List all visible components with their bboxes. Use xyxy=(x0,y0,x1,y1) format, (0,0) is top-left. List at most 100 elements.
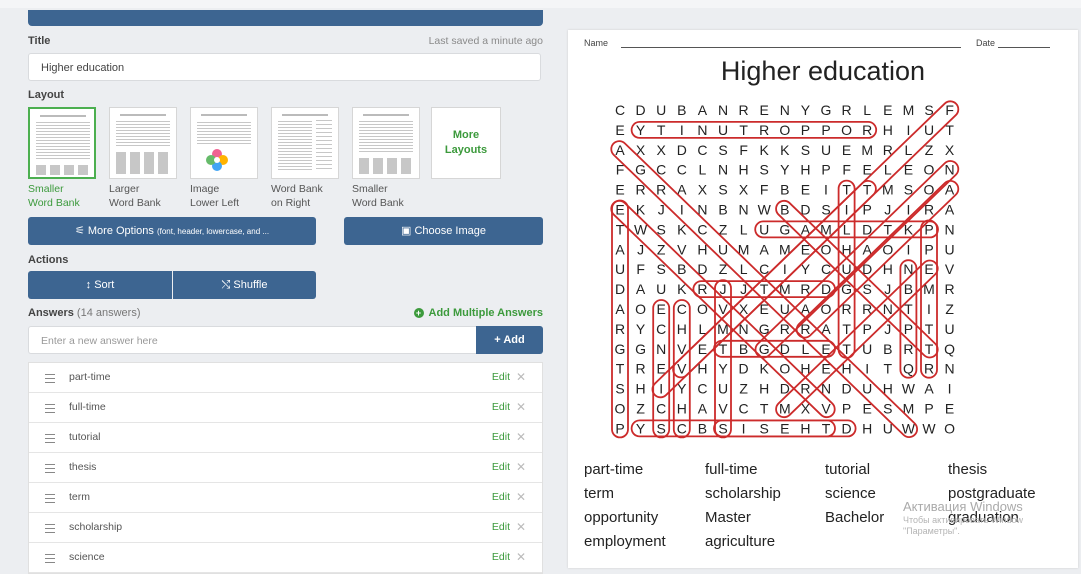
drag-handle-icon[interactable] xyxy=(45,464,55,473)
shuffle-button[interactable]: ⤭ Shuffle xyxy=(173,271,316,299)
top-toolbar-edge[interactable] xyxy=(28,10,543,26)
add-answer-button[interactable]: + Add xyxy=(476,326,543,354)
layout-option-5[interactable] xyxy=(352,107,420,179)
answer-row[interactable]: term Edit ✕ xyxy=(29,483,542,513)
grid-letter: E xyxy=(615,202,624,218)
windows-activation-overlay: Активация Windows Чтобы активировать Win… xyxy=(903,499,1023,536)
delete-answer-icon[interactable]: ✕ xyxy=(516,453,526,482)
grid-letter: A xyxy=(615,241,625,257)
grid-letter: Y xyxy=(801,102,811,118)
answer-row[interactable]: full-time Edit ✕ xyxy=(29,393,542,423)
delete-answer-icon[interactable]: ✕ xyxy=(516,543,526,572)
more-options-hint: (font, header, lowercase, and ... xyxy=(156,227,270,236)
edit-answer-link[interactable]: Edit xyxy=(492,453,510,482)
answer-row[interactable]: scholarship Edit ✕ xyxy=(29,513,542,543)
add-multiple-answers-link[interactable]: + Add Multiple Answers xyxy=(413,307,543,319)
grid-letter: S xyxy=(883,401,892,417)
grid-letter: Q xyxy=(944,341,955,357)
answers-label: Answers xyxy=(28,307,74,319)
actions-label: Actions xyxy=(28,254,69,266)
sort-button[interactable]: ↕ Sort xyxy=(28,271,172,299)
word-bank-item: term xyxy=(584,485,614,502)
edit-answer-link[interactable]: Edit xyxy=(492,483,510,512)
grid-letter: I xyxy=(742,420,746,436)
grid-letter: I xyxy=(948,381,952,397)
layout-caption-5: Smaller Word Bank xyxy=(352,183,404,209)
drag-handle-icon[interactable] xyxy=(45,554,55,563)
grid-letter: C xyxy=(739,401,749,417)
grid-letter: A xyxy=(760,241,770,257)
plus-circle-icon: + xyxy=(413,308,424,318)
title-input[interactable]: Higher education xyxy=(28,53,541,81)
answer-circle xyxy=(713,419,836,438)
edit-answer-link[interactable]: Edit xyxy=(492,543,510,572)
grid-letter: U xyxy=(656,102,666,118)
more-options-button[interactable]: ⚟ More Options (font, header, lowercase,… xyxy=(28,217,316,245)
grid-letter: R xyxy=(636,361,646,377)
delete-answer-icon[interactable]: ✕ xyxy=(516,363,526,392)
grid-letter: T xyxy=(616,361,625,377)
answer-text: term xyxy=(69,491,90,503)
layout-caption-2: Larger Word Bank xyxy=(109,183,161,209)
answer-row[interactable]: part-time Edit ✕ xyxy=(29,363,542,393)
grid-letter: O xyxy=(841,122,852,138)
more-layouts-line1: More xyxy=(452,129,480,141)
more-options-label: More Options xyxy=(87,225,154,237)
delete-answer-icon[interactable]: ✕ xyxy=(516,423,526,452)
choose-image-button[interactable]: ▣ Choose Image xyxy=(344,217,543,245)
delete-answer-icon[interactable]: ✕ xyxy=(516,393,526,422)
image-icon: ▣ xyxy=(400,225,412,237)
answer-row[interactable]: thesis Edit ✕ xyxy=(29,453,542,483)
grid-letter: O xyxy=(779,361,790,377)
answer-row[interactable]: tutorial Edit ✕ xyxy=(29,423,542,453)
last-saved-status: Last saved a minute ago xyxy=(428,35,543,47)
answers-heading: Answers (14 answers) xyxy=(28,307,141,319)
grid-letter: M xyxy=(903,102,915,118)
grid-letter: E xyxy=(945,401,954,417)
grid-letter: E xyxy=(657,301,666,317)
grid-letter: P xyxy=(924,401,933,417)
drag-handle-icon[interactable] xyxy=(45,374,55,383)
grid-letter: U xyxy=(718,122,728,138)
edit-answer-link[interactable]: Edit xyxy=(492,363,510,392)
word-bank-item: thesis xyxy=(948,461,988,478)
grid-letter: L xyxy=(905,142,913,158)
grid-letter: L xyxy=(863,102,871,118)
grid-letter: P xyxy=(801,122,810,138)
drag-handle-icon[interactable] xyxy=(45,524,55,533)
grid-letter: V xyxy=(821,401,831,417)
more-layouts-line2: Layouts xyxy=(444,144,488,156)
grid-letter: V xyxy=(677,361,687,377)
grid-letter: I xyxy=(783,261,787,277)
delete-answer-icon[interactable]: ✕ xyxy=(516,483,526,512)
drag-handle-icon[interactable] xyxy=(45,494,55,503)
drag-handle-icon[interactable] xyxy=(45,434,55,443)
layout-option-2[interactable] xyxy=(109,107,177,179)
layout-option-1[interactable] xyxy=(28,107,96,179)
grid-letter: B xyxy=(677,102,686,118)
new-answer-input[interactable]: Enter a new answer here xyxy=(28,326,477,354)
grid-letter: I xyxy=(659,381,663,397)
sliders-icon: ⚟ xyxy=(74,225,85,237)
grid-letter: S xyxy=(718,142,727,158)
grid-letter: U xyxy=(615,261,625,277)
grid-letter: W xyxy=(922,420,936,436)
grid-letter: T xyxy=(822,420,831,436)
grid-letter: S xyxy=(760,420,769,436)
grid-letter: I xyxy=(824,182,828,198)
layout-option-4[interactable] xyxy=(271,107,339,179)
worksheet-preview: Name Date Higher education CDUBANRENYGRL… xyxy=(568,30,1078,568)
edit-answer-link[interactable]: Edit xyxy=(492,513,510,542)
delete-answer-icon[interactable]: ✕ xyxy=(516,513,526,542)
grid-letter: U xyxy=(945,321,955,337)
grid-letter: R xyxy=(759,122,769,138)
edit-answer-link[interactable]: Edit xyxy=(492,393,510,422)
grid-letter: X xyxy=(657,142,667,158)
grid-letter: B xyxy=(904,281,913,297)
layout-option-3[interactable] xyxy=(190,107,258,179)
drag-handle-icon[interactable] xyxy=(45,404,55,413)
more-layouts-button[interactable]: More Layouts xyxy=(431,107,501,179)
edit-answer-link[interactable]: Edit xyxy=(492,423,510,452)
grid-letter: L xyxy=(699,162,707,178)
grid-letter: N xyxy=(718,162,728,178)
